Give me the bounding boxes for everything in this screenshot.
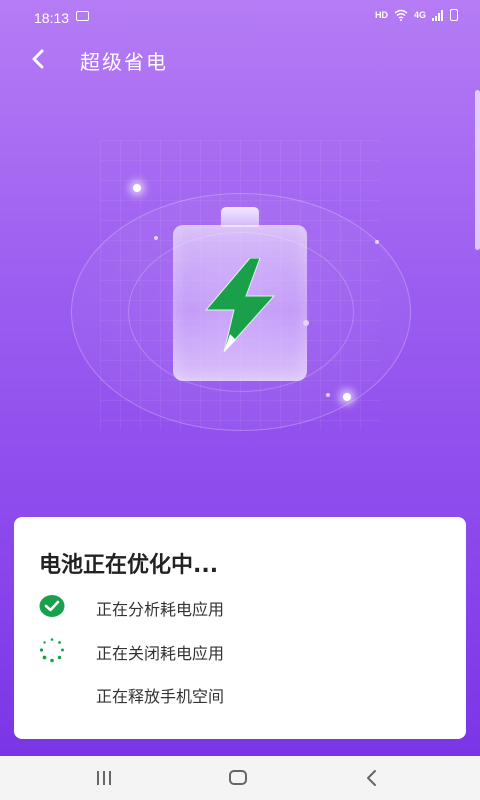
status-time: 18:13 — [34, 10, 70, 26]
header: 超级省电 — [0, 38, 480, 82]
page-title: 超级省电 — [80, 50, 168, 74]
recents-button[interactable] — [96, 771, 112, 785]
lightning-bolt-icon — [204, 258, 276, 352]
dot-decoration — [375, 240, 379, 244]
card-title: 电池正在优化中... — [39, 553, 219, 578]
task-row-free-space: 正在释放手机空间 — [39, 680, 439, 706]
home-button[interactable] — [229, 770, 247, 785]
dot-decoration — [154, 236, 158, 240]
wifi-icon — [394, 9, 408, 21]
task-label: 正在释放手机空间 — [96, 687, 225, 706]
status-indicators: HD 4G — [375, 9, 458, 21]
task-label: 正在关闭耗电应用 — [96, 644, 225, 663]
back-button[interactable] — [26, 46, 52, 72]
battery-cap — [221, 207, 259, 227]
scroll-indicator — [475, 90, 480, 250]
task-row-analyze: 正在分析耗电应用 — [39, 593, 439, 619]
sparkle-decoration — [343, 393, 351, 401]
network-label: 4G — [413, 10, 426, 20]
task-row-close-apps: 正在关闭耗电应用 — [39, 637, 439, 663]
signal-icon — [432, 9, 443, 21]
loading-spinner-icon — [39, 638, 64, 663]
nav-back-button[interactable] — [364, 769, 380, 787]
dot-decoration — [326, 393, 330, 397]
battery-status-icon — [450, 9, 458, 21]
status-bar: 18:13 HD 4G — [0, 0, 480, 34]
check-circle-icon — [39, 595, 65, 617]
system-nav-bar — [0, 756, 480, 800]
image-notification-icon — [76, 11, 89, 21]
hd-label: HD — [374, 10, 388, 20]
sparkle-decoration — [133, 184, 141, 192]
optimization-card: 电池正在优化中... 正在分析耗电应用 正在关闭耗电应用 正在释放手机空间 — [14, 517, 466, 739]
task-label: 正在分析耗电应用 — [96, 600, 225, 619]
